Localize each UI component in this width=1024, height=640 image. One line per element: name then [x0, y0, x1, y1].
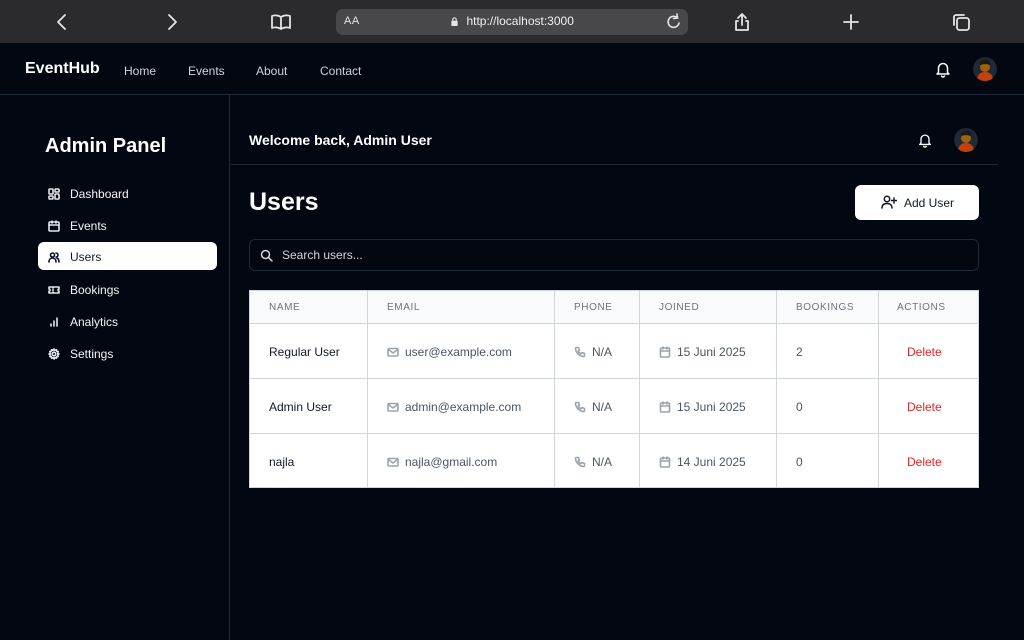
- user-phone: N/A: [574, 455, 612, 469]
- share-icon[interactable]: [728, 8, 756, 36]
- bell-icon[interactable]: [917, 132, 933, 148]
- sidebar-item-dashboard[interactable]: Dashboard: [38, 179, 217, 207]
- mail-icon: [387, 456, 399, 468]
- admin-sidebar: Admin Panel Dashboard Events Users Booki…: [0, 95, 230, 640]
- column-divider: [367, 291, 368, 487]
- table-row: Admin User admin@example.com N/A 15 Juni…: [250, 379, 978, 434]
- user-name: Regular User: [269, 345, 340, 359]
- search-icon: [260, 249, 273, 262]
- user-phone: N/A: [574, 400, 612, 414]
- phone-icon: [574, 346, 586, 358]
- page-title: Users: [249, 188, 319, 216]
- lock-icon: [451, 17, 458, 26]
- forward-icon[interactable]: [158, 8, 186, 36]
- back-icon[interactable]: [48, 8, 76, 36]
- sidebar-item-label: Events: [70, 219, 107, 233]
- delete-button[interactable]: Delete: [907, 400, 942, 414]
- nav-link-events[interactable]: Events: [188, 64, 225, 78]
- sidebar-item-analytics[interactable]: Analytics: [38, 307, 217, 335]
- sidebar-item-label: Dashboard: [70, 187, 129, 201]
- table-row: Regular User user@example.com N/A 15 Jun…: [250, 324, 978, 379]
- reader-book-icon[interactable]: [267, 8, 295, 36]
- tabs-overview-icon[interactable]: [947, 8, 975, 36]
- table-row: najla najla@gmail.com N/A 14 Juni 2025 0…: [250, 434, 978, 489]
- mail-icon: [387, 346, 399, 358]
- user-email: admin@example.com: [387, 400, 521, 414]
- user-phone: N/A: [574, 345, 612, 359]
- calendar-icon: [659, 456, 671, 468]
- brand-logo[interactable]: EventHub: [25, 60, 100, 78]
- header-joined: JOINED: [659, 302, 700, 313]
- delete-button[interactable]: Delete: [907, 345, 942, 359]
- header-bookings: BOOKINGS: [796, 302, 855, 313]
- nav-link-home[interactable]: Home: [124, 64, 156, 78]
- sidebar-item-settings[interactable]: Settings: [38, 339, 217, 367]
- bar-chart-icon: [48, 315, 60, 327]
- url-text: http://localhost:3000: [466, 14, 574, 28]
- delete-button[interactable]: Delete: [907, 455, 942, 469]
- header-phone: PHONE: [574, 302, 613, 313]
- users-table: NAME EMAIL PHONE JOINED BOOKINGS ACTIONS…: [249, 290, 979, 488]
- user-name: Admin User: [269, 400, 332, 414]
- mail-icon: [387, 401, 399, 413]
- user-avatar[interactable]: [973, 57, 997, 81]
- users-icon: [48, 250, 60, 263]
- column-divider: [878, 291, 879, 487]
- table-header: NAME EMAIL PHONE JOINED BOOKINGS ACTIONS: [250, 291, 978, 324]
- sidebar-item-events[interactable]: Events: [38, 211, 217, 239]
- nav-link-contact[interactable]: Contact: [320, 64, 361, 78]
- user-bookings: 0: [796, 400, 803, 414]
- user-bookings: 2: [796, 345, 803, 359]
- calendar-icon: [659, 346, 671, 358]
- header-email: EMAIL: [387, 302, 421, 313]
- search-input[interactable]: [282, 246, 962, 264]
- user-joined: 15 Juni 2025: [659, 345, 746, 359]
- bell-icon[interactable]: [934, 60, 952, 78]
- nav-link-about[interactable]: About: [256, 64, 287, 78]
- sidebar-title: Admin Panel: [45, 135, 167, 157]
- header-actions: ACTIONS: [897, 302, 946, 313]
- user-joined: 15 Juni 2025: [659, 400, 746, 414]
- user-email: user@example.com: [387, 345, 512, 359]
- calendar-icon: [48, 219, 60, 232]
- user-bookings: 0: [796, 455, 803, 469]
- column-divider: [776, 291, 777, 487]
- site-navbar: EventHub Home Events About Contact: [0, 43, 1024, 95]
- browser-toolbar: AA http://localhost:3000: [0, 0, 1024, 43]
- calendar-icon: [659, 401, 671, 413]
- search-field: [249, 239, 979, 271]
- sidebar-item-label: Bookings: [70, 283, 120, 297]
- sidebar-item-label: Users: [70, 250, 102, 264]
- column-divider: [554, 291, 555, 487]
- user-email: najla@gmail.com: [387, 455, 497, 469]
- add-user-button[interactable]: Add User: [855, 185, 979, 220]
- dashboard-icon: [48, 187, 60, 200]
- phone-icon: [574, 401, 586, 413]
- phone-icon: [574, 456, 586, 468]
- header-name: NAME: [269, 302, 301, 313]
- user-avatar[interactable]: [954, 128, 978, 152]
- welcome-text: Welcome back, Admin User: [249, 132, 432, 148]
- user-joined: 14 Juni 2025: [659, 455, 746, 469]
- reload-icon[interactable]: [666, 13, 682, 31]
- column-divider: [639, 291, 640, 487]
- user-name: najla: [269, 455, 295, 469]
- user-plus-icon: [881, 195, 897, 209]
- sidebar-item-label: Settings: [70, 347, 114, 361]
- main-header: Welcome back, Admin User: [231, 116, 998, 165]
- sidebar-item-bookings[interactable]: Bookings: [38, 275, 217, 303]
- sidebar-item-users[interactable]: Users: [38, 242, 217, 270]
- address-bar[interactable]: AA http://localhost:3000: [336, 9, 688, 35]
- new-tab-plus-icon[interactable]: [837, 8, 865, 36]
- sidebar-item-label: Analytics: [70, 315, 119, 329]
- ticket-icon: [48, 283, 60, 295]
- add-user-label: Add User: [904, 196, 955, 210]
- gear-icon: [48, 347, 60, 360]
